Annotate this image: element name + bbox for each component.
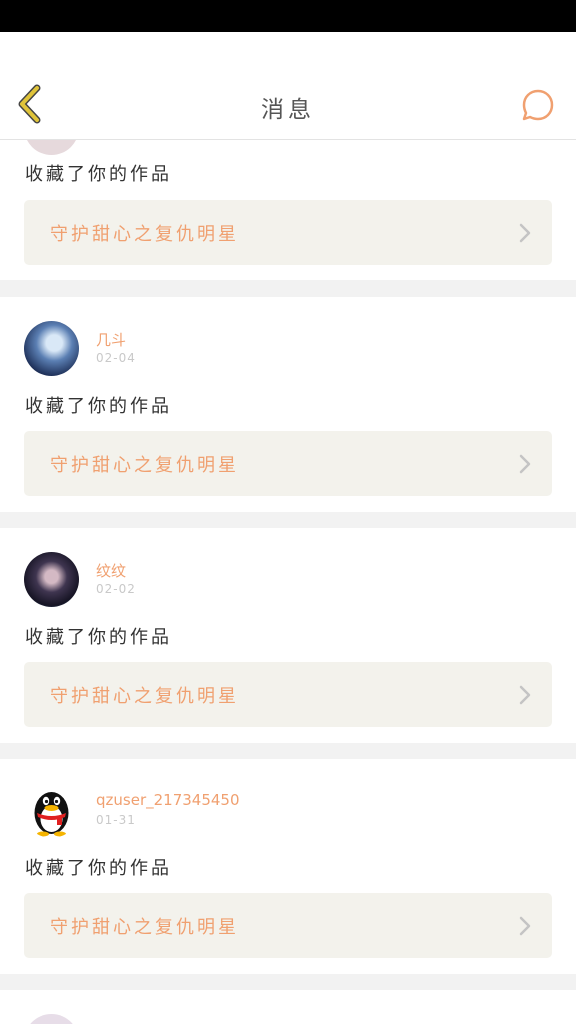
chat-button[interactable] bbox=[520, 87, 556, 123]
user-name[interactable]: 几斗 bbox=[96, 329, 126, 350]
work-link[interactable]: 守护甜心之复仇明星 bbox=[24, 200, 552, 265]
action-text: 收藏了你的作品 bbox=[25, 396, 172, 417]
list-item: 纹纹 02-02 收藏了你的作品 守护甜心之复仇明星 bbox=[0, 528, 576, 743]
penguin-icon bbox=[34, 792, 69, 837]
action-text: 收藏了你的作品 bbox=[25, 858, 172, 879]
avatar[interactable] bbox=[24, 783, 79, 838]
work-link[interactable]: 守护甜心之复仇明星 bbox=[24, 662, 552, 727]
avatar[interactable] bbox=[24, 1014, 79, 1024]
chevron-right-icon bbox=[519, 685, 531, 705]
message-date: 02-02 bbox=[96, 582, 136, 596]
action-text: 收藏了你的作品 bbox=[25, 627, 172, 648]
avatar[interactable] bbox=[24, 321, 79, 376]
list-item: qzuser_217345450 01-31 收藏了你的作品 守护甜心之复仇明星 bbox=[0, 759, 576, 974]
message-date: 02-04 bbox=[96, 351, 136, 365]
work-title: 守护甜心之复仇明星 bbox=[50, 917, 239, 938]
action-text: 收藏了你的作品 bbox=[25, 164, 172, 185]
work-title: 守护甜心之复仇明星 bbox=[50, 455, 239, 476]
page-title: 消息 bbox=[261, 97, 315, 123]
user-name[interactable]: qzuser_217345450 bbox=[96, 791, 240, 809]
message-list: 收藏了你的作品 守护甜心之复仇明星 几斗 02-04 收藏了你的作品 守护甜心之… bbox=[0, 140, 576, 1024]
chevron-right-icon bbox=[519, 916, 531, 936]
top-nav-bar: 消息 bbox=[0, 32, 576, 140]
chat-bubble-icon bbox=[522, 89, 554, 121]
work-title: 守护甜心之复仇明星 bbox=[50, 686, 239, 707]
list-item: 收藏了你的作品 守护甜心之复仇明星 bbox=[0, 140, 576, 280]
chevron-right-icon bbox=[519, 454, 531, 474]
user-name[interactable]: 纹纹 bbox=[96, 560, 126, 581]
chevron-right-icon bbox=[519, 223, 531, 243]
work-title: 守护甜心之复仇明星 bbox=[50, 224, 239, 245]
work-link[interactable]: 守护甜心之复仇明星 bbox=[24, 431, 552, 496]
list-item bbox=[0, 990, 576, 1024]
status-bar bbox=[0, 0, 576, 32]
list-item: 几斗 02-04 收藏了你的作品 守护甜心之复仇明星 bbox=[0, 297, 576, 512]
avatar[interactable] bbox=[24, 140, 79, 155]
work-link[interactable]: 守护甜心之复仇明星 bbox=[24, 893, 552, 958]
avatar[interactable] bbox=[24, 552, 79, 607]
message-date: 01-31 bbox=[96, 813, 136, 827]
